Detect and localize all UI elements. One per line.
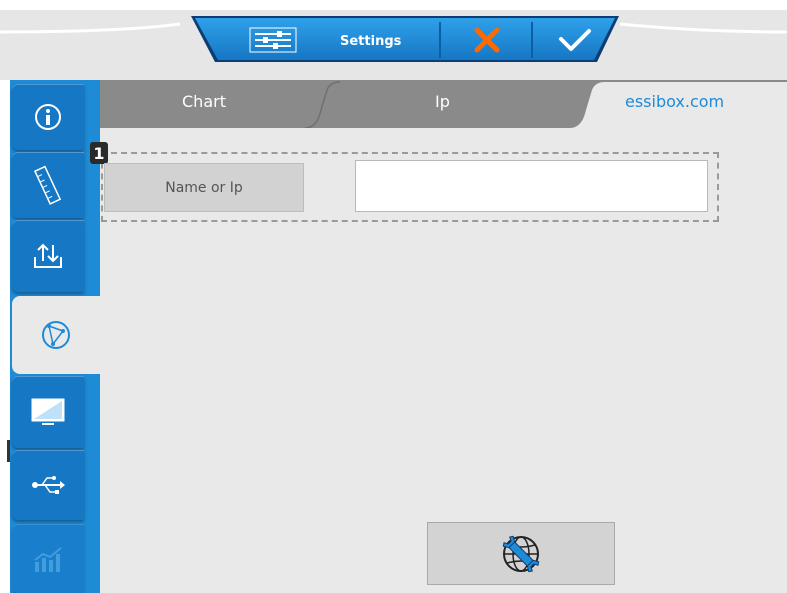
confirm-button[interactable]: [535, 20, 615, 60]
close-x-icon: [474, 27, 500, 53]
sidebar-item-transfer[interactable]: [12, 220, 84, 292]
cancel-button[interactable]: [443, 20, 531, 60]
group-number-badge: 1: [90, 142, 108, 164]
checkmark-icon: [559, 29, 591, 51]
tab-ip[interactable]: Ip: [435, 92, 450, 111]
monitor-icon: [31, 398, 65, 425]
tab-essibox[interactable]: essibox.com: [625, 92, 724, 111]
chart-icon: [34, 546, 62, 572]
settings-sliders-button[interactable]: [225, 20, 320, 60]
info-icon: [35, 104, 61, 130]
name-or-ip-button[interactable]: Name or Ip: [104, 163, 304, 212]
left-edge-notch: [7, 440, 10, 462]
upload-download-icon: [34, 243, 62, 268]
sidebar-item-info[interactable]: [12, 84, 84, 150]
tab-strip: Chart Ip essibox.com: [100, 80, 787, 128]
settings-title: Settings: [340, 34, 402, 49]
tab-chart[interactable]: Chart: [182, 92, 226, 111]
web-config-button[interactable]: [427, 522, 615, 585]
sidebar-item-display[interactable]: [12, 376, 84, 448]
sidebar-item-chart[interactable]: [12, 524, 84, 593]
sidebar-item-network[interactable]: [12, 296, 100, 374]
host-input[interactable]: [355, 160, 708, 212]
usb-icon: [32, 476, 65, 494]
settings-toolbar: Settings: [185, 10, 625, 70]
sidebar-item-measure[interactable]: [12, 152, 84, 218]
sliders-icon: [249, 27, 296, 53]
sidebar-item-usb[interactable]: [12, 450, 84, 520]
globe-wrench-icon: [502, 535, 540, 572]
network-globe-icon: [42, 321, 70, 349]
ruler-icon: [33, 165, 62, 205]
